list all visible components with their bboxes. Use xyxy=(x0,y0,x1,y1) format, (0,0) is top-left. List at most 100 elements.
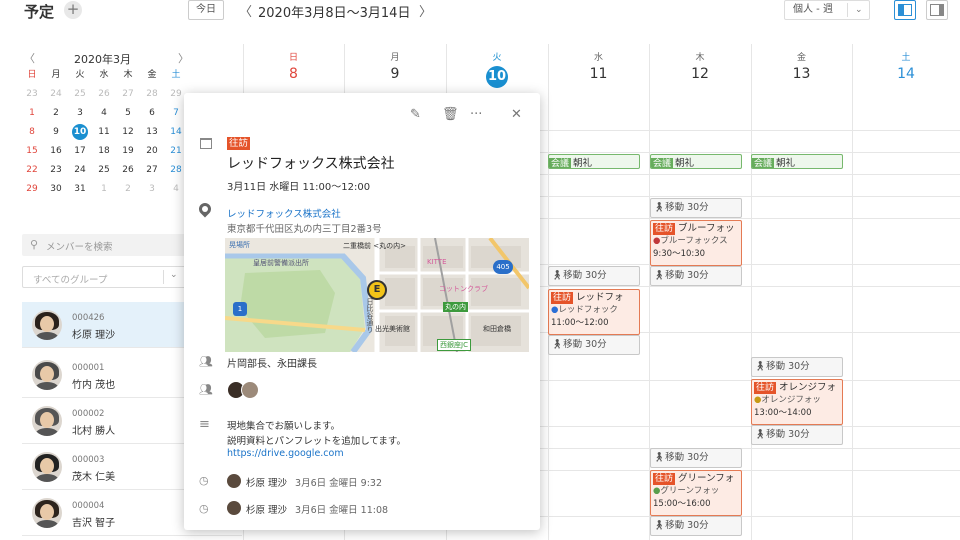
mini-day[interactable]: 5 xyxy=(116,104,140,123)
mini-day[interactable]: 22 xyxy=(20,161,44,180)
day-header[interactable]: 木 12 xyxy=(649,50,751,82)
mini-day[interactable]: 28 xyxy=(140,85,164,104)
mini-day[interactable]: 1 xyxy=(20,104,44,123)
member-name: 北村 勝人 xyxy=(72,426,116,437)
mini-day[interactable]: 26 xyxy=(116,161,140,180)
detail-layout-button[interactable] xyxy=(926,0,948,20)
location-pin-icon xyxy=(196,200,214,218)
event-travel[interactable]: 🚶︎移動 30分 xyxy=(751,425,843,445)
mini-day[interactable]: 12 xyxy=(116,123,140,142)
mini-day[interactable]: 24 xyxy=(68,161,92,180)
mini-day[interactable]: 23 xyxy=(44,161,68,180)
note-link[interactable]: https://drive.google.com xyxy=(227,448,344,459)
event-time: 13:00〜14:00 xyxy=(754,408,812,418)
map-label: KITTE xyxy=(427,258,447,266)
event-travel[interactable]: 🚶︎移動 30分 xyxy=(548,335,640,355)
group-select[interactable]: すべてのグループ ⌄ xyxy=(22,266,186,288)
location-map[interactable]: 晃場所 二重橋前 <丸の内> 皇居前警備派出所 KITTE コットンクラブ 丸の… xyxy=(225,238,529,352)
sidebar-layout-button[interactable] xyxy=(894,0,916,20)
mini-day[interactable]: 2 xyxy=(116,180,140,199)
mini-day[interactable]: 18 xyxy=(92,142,116,161)
next-week-button[interactable]: 〉 xyxy=(419,1,432,20)
participant-avatar[interactable] xyxy=(241,381,259,399)
chevron-down-icon: ⌄ xyxy=(855,5,863,15)
day-weekday: 土 xyxy=(901,53,911,63)
mini-day[interactable]: 27 xyxy=(116,85,140,104)
mini-day[interactable]: 17 xyxy=(68,142,92,161)
event-travel[interactable]: 🚶︎移動 30分 xyxy=(650,516,742,536)
add-event-button[interactable]: + xyxy=(64,1,82,19)
mini-day[interactable]: 11 xyxy=(92,123,116,142)
event-travel[interactable]: 🚶︎移動 30分 xyxy=(650,448,742,468)
day-header[interactable]: 土 14 xyxy=(852,50,960,82)
mini-day[interactable]: 23 xyxy=(20,85,44,104)
event-visit[interactable]: 往訪 レッドフォ ●レッドフォック 11:00〜12:00 xyxy=(548,289,640,335)
day-header[interactable]: 火 10 xyxy=(446,50,548,88)
walk-icon: 🚶︎ xyxy=(653,202,666,213)
avatar xyxy=(32,498,62,528)
mini-day[interactable]: 30 xyxy=(44,180,68,199)
left-panel-icon xyxy=(898,4,904,16)
mini-day[interactable]: 10 xyxy=(68,123,92,142)
mini-day[interactable]: 19 xyxy=(116,142,140,161)
event-meeting[interactable]: 会議 朝礼 xyxy=(751,154,843,169)
mini-day[interactable]: 9 xyxy=(44,123,68,142)
mini-day[interactable]: 8 xyxy=(20,123,44,142)
prev-week-button[interactable]: 〈 xyxy=(239,1,252,20)
more-icon[interactable]: ··· xyxy=(470,107,482,122)
day-header[interactable]: 日8 xyxy=(243,50,344,82)
avatar xyxy=(227,501,241,515)
mini-day[interactable]: 4 xyxy=(92,104,116,123)
mini-prev-month-button[interactable]: 〈 xyxy=(24,50,35,66)
mini-day[interactable]: 13 xyxy=(140,123,164,142)
mini-day[interactable]: 29 xyxy=(20,180,44,199)
mini-day[interactable]: 31 xyxy=(68,180,92,199)
mini-day[interactable]: 27 xyxy=(140,161,164,180)
event-travel[interactable]: 🚶︎移動 30分 xyxy=(751,357,843,377)
mini-day[interactable]: 20 xyxy=(140,142,164,161)
member-id: 000004 xyxy=(72,501,105,511)
mini-next-month-button[interactable]: 〉 xyxy=(178,50,189,66)
event-time: 15:00〜16:00 xyxy=(653,499,711,509)
day-header[interactable]: 金 13 xyxy=(751,50,852,82)
mini-day[interactable]: 25 xyxy=(68,85,92,104)
location-link[interactable]: レッドフォックス株式会社 xyxy=(227,206,341,220)
event-tag: 往訪 xyxy=(754,382,777,394)
trash-icon[interactable]: 🗑︎ xyxy=(442,107,459,122)
event-meeting[interactable]: 会議 朝礼 xyxy=(650,154,742,169)
view-select[interactable]: 個人 - 週 ⌄ xyxy=(784,0,870,20)
event-title: オレンジフォ xyxy=(779,382,837,393)
mini-day[interactable]: 3 xyxy=(68,104,92,123)
mini-calendar-title: 2020年3月 xyxy=(74,53,131,66)
mini-day[interactable]: 6 xyxy=(140,104,164,123)
event-travel[interactable]: 🚶︎移動 30分 xyxy=(650,266,742,286)
event-visit[interactable]: 往訪 ブルーフォッ ●ブルーフォックス 9:30〜10:30 xyxy=(650,220,742,266)
edit-icon[interactable]: ✎ xyxy=(410,107,421,122)
mini-day[interactable]: 1 xyxy=(92,180,116,199)
mini-day[interactable]: 25 xyxy=(92,161,116,180)
day-header[interactable]: 月9 xyxy=(344,50,446,82)
event-travel[interactable]: 🚶︎移動 30分 xyxy=(650,198,742,218)
grid-column-line xyxy=(751,44,752,540)
close-icon[interactable]: ✕ xyxy=(511,107,522,122)
today-button[interactable]: 今日 xyxy=(188,0,224,20)
mini-day[interactable]: 15 xyxy=(20,142,44,161)
event-meeting[interactable]: 会議 朝礼 xyxy=(548,154,640,169)
event-type-badge: 往訪 xyxy=(227,137,251,150)
day-header[interactable]: 水 11 xyxy=(548,50,649,82)
mini-day[interactable]: 2 xyxy=(44,104,68,123)
mini-day[interactable]: 24 xyxy=(44,85,68,104)
mini-day[interactable]: 16 xyxy=(44,142,68,161)
mini-day[interactable]: 3 xyxy=(140,180,164,199)
event-title: 移動 30分 xyxy=(766,361,810,372)
event-visit[interactable]: 往訪 オレンジフォ ●オレンジフォッ 13:00〜14:00 xyxy=(751,379,843,425)
member-id: 000426 xyxy=(72,313,105,323)
event-travel[interactable]: 🚶︎移動 30分 xyxy=(548,266,640,286)
event-visit[interactable]: 往訪 グリーンフォ ●グリーンフォッ 15:00〜16:00 xyxy=(650,470,742,516)
event-location: グリーンフォッ xyxy=(660,486,720,496)
day-date: 13 xyxy=(792,66,811,82)
mini-day[interactable]: 26 xyxy=(92,85,116,104)
event-title: 朝礼 xyxy=(573,158,593,169)
member-id: 000003 xyxy=(72,455,105,465)
member-search-input[interactable]: ⚲ メンバーを検索 xyxy=(22,234,190,256)
